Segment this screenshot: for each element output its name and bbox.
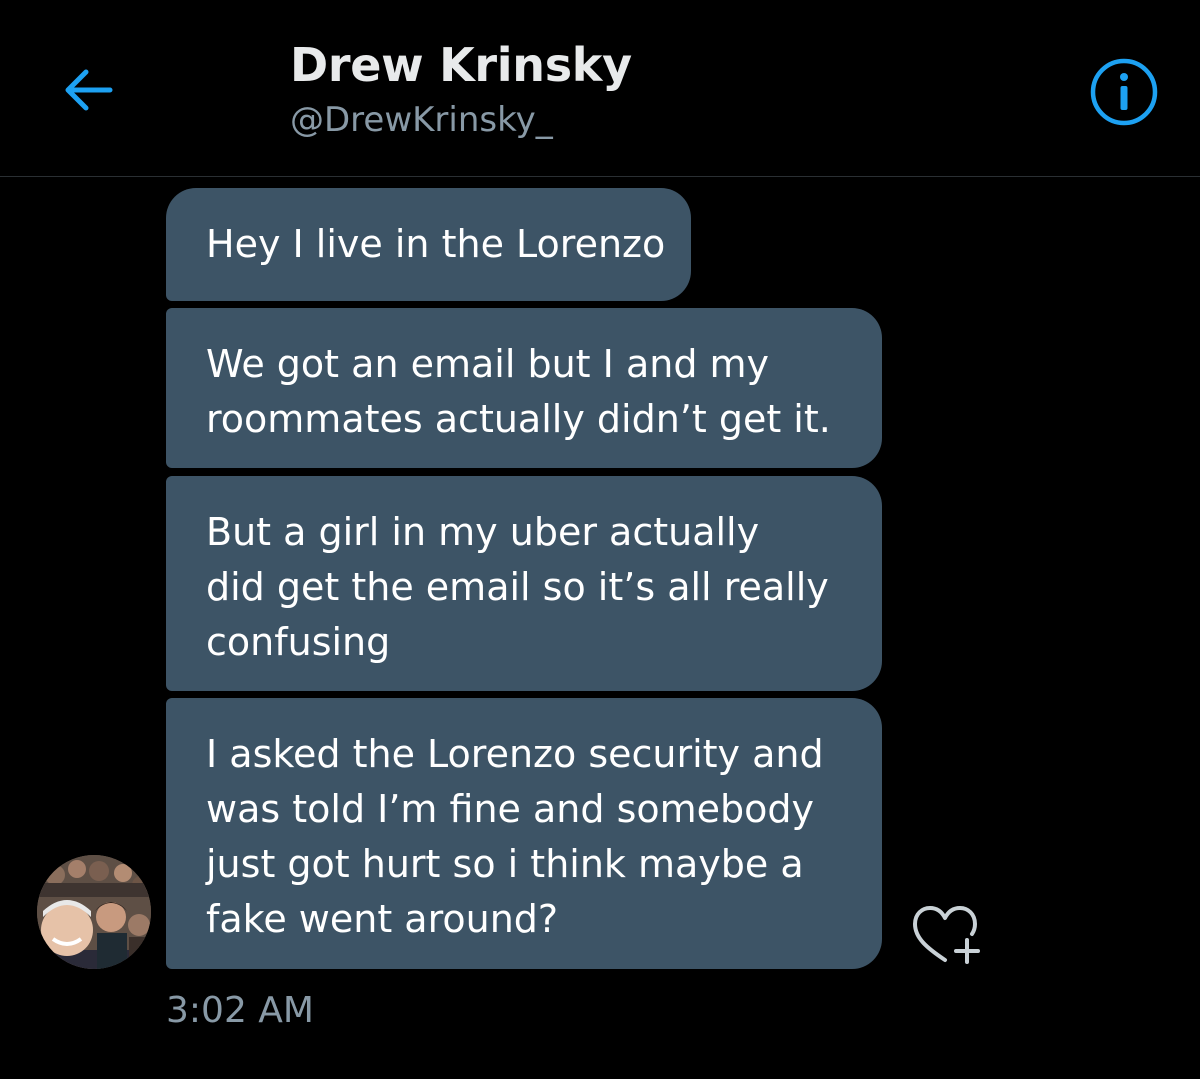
conversation-header: Drew Krinsky @DrewKrinsky_: [0, 0, 1200, 177]
message-bubble[interactable]: We got an email but I and my roommates a…: [166, 308, 882, 468]
message-text: Hey I live in the Lorenzo: [206, 222, 666, 266]
message-text: just got hurt so i think maybe a: [206, 842, 804, 886]
conversation-handle[interactable]: @DrewKrinsky_: [290, 100, 553, 140]
conversation-title[interactable]: Drew Krinsky: [290, 38, 632, 92]
heart-plus-icon: [913, 906, 980, 964]
info-icon: [1090, 58, 1158, 126]
message-text: We got an email but I and my: [206, 342, 770, 386]
message-text: But a girl in my uber actually: [206, 510, 760, 554]
like-button[interactable]: [904, 898, 990, 970]
message-text: did get the email so it’s all really: [206, 565, 829, 609]
message-text: roommates actually didn’t get it.: [206, 397, 831, 441]
message-timestamp: 3:02 AM: [166, 990, 314, 1031]
message-text: I asked the Lorenzo security and: [206, 732, 824, 776]
message-bubble[interactable]: Hey I live in the Lorenzo: [166, 188, 691, 301]
info-button[interactable]: [1086, 54, 1162, 130]
back-button[interactable]: [56, 58, 120, 122]
avatar-photo: [37, 855, 151, 969]
back-arrow-icon: [65, 69, 113, 111]
sender-avatar[interactable]: [37, 855, 151, 969]
message-text: fake went around?: [206, 897, 559, 941]
message-text: confusing: [206, 620, 391, 664]
message-bubble[interactable]: I asked the Lorenzo security and was tol…: [166, 698, 882, 969]
message-bubble[interactable]: But a girl in my uber actually did get t…: [166, 476, 882, 691]
message-text: was told I’m fine and somebody: [206, 787, 814, 831]
